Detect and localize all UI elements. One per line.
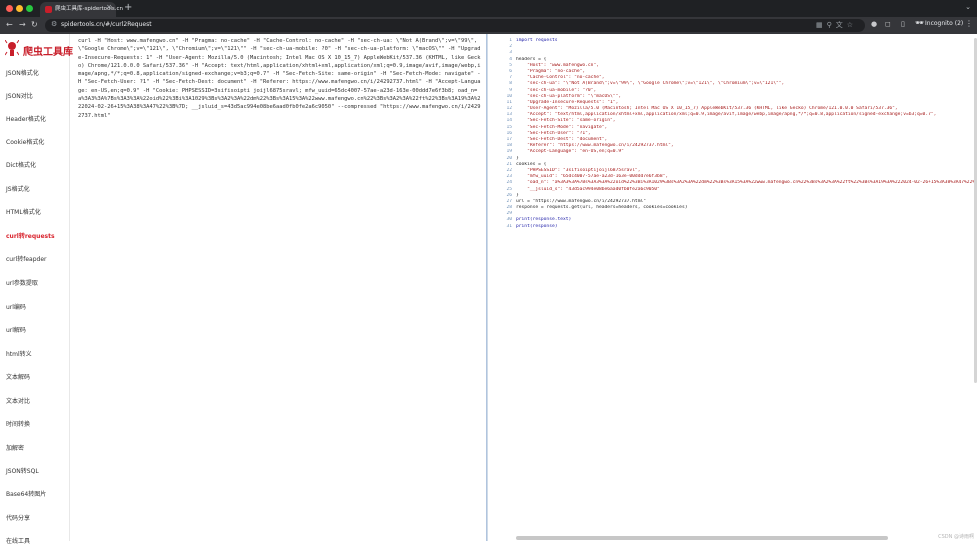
sidebar-item[interactable]: JSON格式化: [6, 68, 39, 77]
site-info-icon[interactable]: ⚙: [51, 20, 57, 28]
code-line: 31 print(response): [488, 224, 976, 230]
address-bar[interactable]: ⚙ spidertools.cn/#/curl2Request ▦⚲文☆: [45, 19, 865, 32]
spider-logo-icon: [5, 40, 19, 56]
new-tab-icon[interactable]: +: [124, 2, 132, 14]
watermark: CSDN @诗雨啊: [938, 534, 974, 540]
sidebar-item[interactable]: Header格式化: [6, 114, 46, 123]
horizontal-scrollbar[interactable]: [516, 536, 888, 540]
code-text: url = "https://www.mafengwo.cn/i/2429273…: [516, 198, 646, 204]
code-text: "Sec-Fetch-Site": "same-origin",: [516, 118, 616, 124]
page: 爬虫工具库 JSON格式化 JSON对比 Header格式化 Cookie格式化 Dic…: [0, 34, 977, 545]
code-text: cookies = {: [516, 161, 547, 167]
curl-input-editor[interactable]: curl -H "Host: www.mafengwo.cn" -H "Prag…: [70, 34, 487, 541]
code-text: }: [516, 155, 519, 161]
code-text: "User-Agent": "Mozilla/5.0 (Macintosh; I…: [516, 106, 898, 112]
omnibox-actions[interactable]: ▦⚲文☆: [816, 20, 857, 30]
tab-search-icon[interactable]: ⌄: [965, 3, 971, 11]
code-text: import requests: [516, 38, 558, 43]
sidebar-item[interactable]: Base64转图片: [6, 489, 46, 498]
window-close-button[interactable]: [6, 5, 13, 12]
extensions-menu-icon[interactable]: ◻: [885, 20, 891, 28]
window-maximize-button[interactable]: [26, 5, 33, 12]
browser-tab[interactable]: 爬虫工具库-spidertools.cn ×: [40, 2, 123, 17]
sidebar-item[interactable]: 代码分享: [6, 513, 30, 522]
code-text: "sec-ch-ua": "\"Not A(Brand\";v=\"99\", …: [516, 81, 785, 87]
code-text: "Pragma": "no-cache",: [516, 68, 586, 74]
curl-input-text[interactable]: curl -H "Host: www.mafengwo.cn" -H "Prag…: [78, 37, 483, 120]
sidebar-item[interactable]: url参数提取: [6, 278, 38, 287]
code-text: "Sec-Fetch-Mode": "navigate",: [516, 124, 608, 130]
extension-icon[interactable]: ●: [871, 20, 877, 28]
code-text: "oad_n": "a%3A3%3A%7Bs%3A3%3A%22oid%22%3…: [516, 180, 976, 186]
logo[interactable]: 爬虫工具库: [3, 40, 73, 62]
sidebar-item[interactable]: JSON转SQL: [6, 466, 39, 475]
code-text: "sec-ch-ua-platform": "\"macOS\"",: [516, 93, 622, 99]
search-icon[interactable]: ⚲: [827, 21, 836, 29]
sidebar-item[interactable]: JSON对比: [6, 91, 33, 100]
browser-toolbar: ← → ↻ ⚙ spidertools.cn/#/curl2Request ▦⚲…: [0, 17, 977, 34]
sidebar-item[interactable]: curl转requests: [6, 231, 55, 240]
code-text: print(response): [516, 223, 558, 229]
translate-icon[interactable]: 文: [836, 21, 847, 29]
code-output: 1 import requests 2 3 4 headers = {5 "Host": …: [488, 38, 976, 230]
code-text: "PHPSESSID": "3sifisoiptijoijl6875sravl"…: [516, 167, 641, 173]
browser-tab-bar: 爬虫工具库-spidertools.cn × + ⌄: [0, 0, 977, 17]
incognito-label[interactable]: Incognito (2): [925, 20, 963, 27]
sidebar-item[interactable]: Cookie格式化: [6, 137, 44, 146]
code-text: "sec-ch-ua-mobile": "?0",: [516, 87, 597, 93]
code-text: "Referer": "https://www.mafengwo.cn/i/24…: [516, 143, 674, 149]
code-text: response = requests.get(url, headers=hea…: [516, 205, 688, 211]
tab-close-icon[interactable]: ×: [106, 3, 112, 11]
code-text: "Sec-Fetch-User": "?1",: [516, 130, 591, 136]
sidebar-item[interactable]: url解码: [6, 325, 26, 334]
sidebar-item[interactable]: 加解密: [6, 443, 24, 452]
sidebar-item[interactable]: html转义: [6, 349, 32, 358]
code-text: "Accept-Language": "en-US,en;q=0.9": [516, 149, 624, 155]
code-text: "Host": "www.mafengwo.cn",: [516, 62, 599, 68]
requests-output-editor[interactable]: 1 import requests 2 3 4 headers = {5 "Host": …: [487, 34, 977, 541]
star-icon[interactable]: ☆: [847, 21, 857, 29]
code-text: "mfw_uuid": "65dc4007-57ae-a23d-163e-00d…: [516, 174, 669, 180]
code-text: print(response.text): [516, 217, 572, 223]
sidebar-item[interactable]: Dict格式化: [6, 160, 36, 169]
code-text: "Cache-Control": "no-cache",: [516, 75, 605, 81]
favicon-icon: [45, 6, 52, 13]
sidebar-item[interactable]: curl转feapder: [6, 254, 47, 263]
sidebar-item[interactable]: 时间转换: [6, 419, 30, 428]
tab-title: 爬虫工具库-spidertools.cn: [55, 6, 124, 12]
sidebar-item[interactable]: HTML格式化: [6, 207, 41, 216]
sidebar-item[interactable]: url编码: [6, 302, 26, 311]
sidebar-item[interactable]: 文本对比: [6, 396, 30, 405]
sidebar: 爬虫工具库 JSON格式化 JSON对比 Header格式化 Cookie格式化 Dic…: [0, 34, 73, 545]
code-text: }: [516, 192, 519, 198]
line-number: 31: [506, 223, 512, 229]
code-text: "Accept": "text/html,application/xhtml+x…: [516, 112, 937, 118]
sidebar-item[interactable]: 文本解码: [6, 372, 30, 381]
logo-text: 爬虫工具库: [23, 47, 73, 58]
reload-icon[interactable]: ↻: [31, 19, 38, 31]
qr-icon[interactable]: ▦: [816, 21, 827, 29]
incognito-icon[interactable]: 🕶: [915, 19, 924, 27]
url-text[interactable]: spidertools.cn/#/curl2Request: [61, 21, 152, 28]
code-text: "Upgrade-Insecure-Requests": "1",: [516, 99, 619, 105]
sidebar-item[interactable]: JS格式化: [6, 184, 30, 193]
code-text: headers = {: [516, 56, 547, 62]
code-text: "Sec-Fetch-Dest": "document",: [516, 137, 608, 142]
forward-icon[interactable]: →: [19, 19, 26, 31]
sidebar-icon[interactable]: ▯: [901, 20, 905, 28]
menu-icon[interactable]: ⋮: [965, 19, 973, 28]
window-minimize-button[interactable]: [16, 5, 23, 12]
back-icon[interactable]: ←: [6, 19, 13, 31]
code-text: "__jsluid_s": "43d5ac994e08be6aad0fb0fe2…: [516, 186, 660, 192]
